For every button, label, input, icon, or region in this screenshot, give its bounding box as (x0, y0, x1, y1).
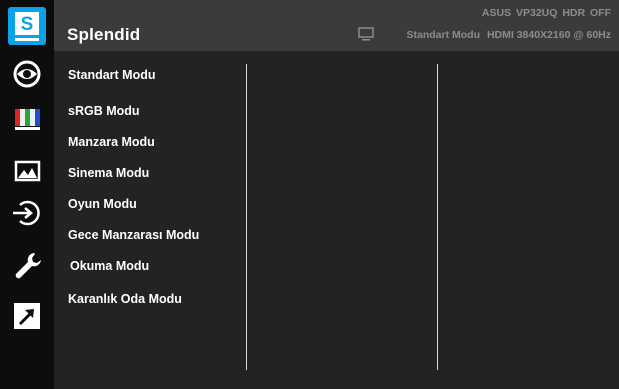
mode-signal-status: Standart Modu HDMI 3840X2160 @ 60Hz (403, 29, 611, 41)
shortcut-arrow-icon[interactable] (7, 296, 47, 336)
menu-item-manzara-modu[interactable]: Manzara Modu (68, 135, 155, 149)
signal-info-label: HDMI 3840X2160 @ 60Hz (486, 29, 611, 41)
color-bars-icon[interactable] (7, 99, 47, 139)
current-mode-label: Standart Modu (406, 29, 481, 41)
menu-item-standart-modu[interactable]: Standart Modu (68, 68, 156, 82)
column-divider (437, 64, 438, 370)
page-title: Splendid (67, 25, 141, 44)
image-landscape-icon[interactable] (7, 151, 47, 191)
sidebar: S (0, 0, 54, 389)
menu-item-okuma-modu[interactable]: Okuma Modu (70, 259, 149, 273)
osd-menu: S Splendid ASUS VP32UQ HDR OFF Standart … (0, 0, 619, 389)
input-select-icon[interactable] (7, 193, 47, 233)
model-status: ASUS VP32UQ HDR OFF (481, 7, 611, 19)
eye-care-icon[interactable] (7, 54, 47, 94)
header: Splendid ASUS VP32UQ HDR OFF Standart Mo… (54, 0, 619, 51)
splendid-s-label: S (21, 14, 34, 35)
menu-item-oyun-modu[interactable]: Oyun Modu (68, 197, 137, 211)
wrench-system-icon[interactable] (7, 246, 47, 286)
monitor-icon (358, 27, 374, 41)
splendid-s-icon[interactable]: S (7, 6, 47, 46)
menu-item-srgb-modu[interactable]: sRGB Modu (68, 104, 140, 118)
column-divider (246, 64, 247, 370)
menu-item-karanlik-oda-modu[interactable]: Karanlık Oda Modu (68, 292, 182, 306)
main-panel: Splendid ASUS VP32UQ HDR OFF Standart Mo… (54, 0, 619, 389)
menu-item-gece-manzarasi-modu[interactable]: Gece Manzarası Modu (68, 228, 199, 242)
menu-item-sinema-modu[interactable]: Sinema Modu (68, 166, 149, 180)
